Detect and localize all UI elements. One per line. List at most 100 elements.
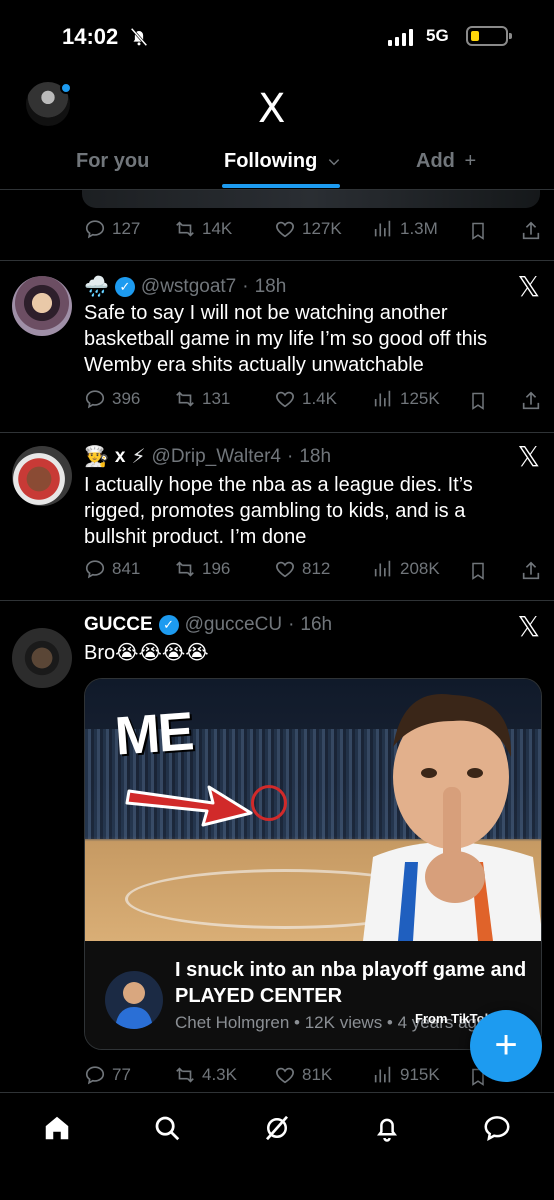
reply-button[interactable]: 127 [84,218,140,240]
views-count: 125K [400,389,440,408]
share-icon[interactable] [520,560,542,582]
messages-icon[interactable] [482,1113,512,1143]
share-icon[interactable] [520,220,542,242]
compose-button[interactable]: + [470,1010,542,1082]
like-button[interactable]: 127K [274,218,342,240]
tab-add-label: Add [416,150,455,172]
views-button[interactable]: 915K [372,1064,440,1086]
tab-add[interactable]: Add + [416,150,476,173]
tweet-time: 18h [299,445,332,467]
search-icon[interactable] [152,1113,182,1143]
like-count: 812 [302,559,331,578]
tweet-header: 🌧️ ✓ @wstgoat7 · 18h [84,274,286,299]
share-icon[interactable] [520,390,542,412]
repost-icon [176,1067,194,1083]
bell-icon[interactable] [372,1113,402,1143]
tweet-handle[interactable]: @gucceCU [185,614,282,636]
like-button[interactable]: 1.4K [274,388,337,410]
reply-icon [85,390,105,409]
red-arrow-icon [125,785,253,827]
bookmark-icon[interactable] [468,390,488,412]
verified-icon: ✓ [158,615,179,635]
like-icon [276,561,294,578]
like-count: 81K [302,1065,333,1084]
tweet-actions: 841 196 812 208K [84,558,544,586]
views-button[interactable]: 208K [372,558,440,580]
reply-icon [85,1066,105,1085]
previous-tweet-actions: 127 14K 127K 1.3M [84,218,544,246]
views-button[interactable]: 1.3M [372,218,438,240]
tab-for-you[interactable]: For you [76,150,149,173]
like-button[interactable]: 812 [274,558,330,580]
dot-separator: · [242,275,249,297]
x-logo: X [258,86,286,132]
x-logo-icon: 𝕏 [517,440,540,473]
like-count: 1.4K [302,389,337,408]
grok-icon[interactable] [262,1113,292,1143]
bookmark-icon[interactable] [468,560,488,582]
red-circle-highlight [251,785,287,821]
repost-count: 14K [202,219,233,238]
repost-icon [176,391,194,407]
like-icon [276,391,294,408]
tweet-handle[interactable]: @wstgoat7 [141,276,236,298]
reply-button[interactable]: 841 [84,558,140,580]
tweet-actions: 77 4.3K 81K 915K [84,1064,544,1092]
tab-following[interactable]: Following [224,150,341,173]
plus-icon: + [464,150,477,172]
tweet-time: 18h [254,275,287,297]
tweet[interactable]: GUCCE ✓ @gucceCU · 16h 𝕏 Bro😭😭😭😭 ME I sn… [0,600,554,1100]
timeline-tabs: For you Following Add + [0,146,554,190]
tweet-name[interactable]: x [115,446,126,468]
repost-icon [176,561,194,577]
tweet[interactable]: 👨‍🍳 x ⚡ @Drip_Walter4 · 18h 𝕏 I actually… [0,432,554,600]
x-logo-icon: 𝕏 [517,270,540,303]
reply-button[interactable]: 396 [84,388,140,410]
reply-count: 841 [112,559,141,578]
reply-icon [85,220,105,239]
views-count: 208K [400,559,440,578]
views-icon [374,220,391,237]
video-card[interactable]: ME I snuck into an nba playoff game and … [84,678,542,1050]
dot-separator: · [286,445,294,467]
tweet-header: 👨‍🍳 x ⚡ @Drip_Walter4 · 18h [84,444,331,469]
channel-avatar[interactable] [105,971,163,1029]
reply-count: 77 [112,1065,131,1084]
like-icon [276,1067,294,1084]
tweet-handle[interactable]: @Drip_Walter4 [152,446,281,468]
like-button[interactable]: 81K [274,1064,332,1086]
repost-button[interactable]: 196 [174,558,230,580]
repost-button[interactable]: 14K [174,218,232,240]
home-icon[interactable] [42,1113,72,1143]
tweet[interactable]: 🌧️ ✓ @wstgoat7 · 18h 𝕏 Safe to say I wil… [0,260,554,432]
reply-icon [85,560,105,579]
repost-button[interactable]: 4.3K [174,1064,237,1086]
video-thumbnail[interactable]: ME [85,679,541,941]
bookmark-icon[interactable] [468,220,488,242]
tweet-name[interactable]: GUCCE [84,614,153,636]
reply-count: 396 [112,389,141,408]
avatar[interactable] [12,628,72,688]
bottom-navigation [0,1092,554,1200]
repost-count: 131 [202,389,231,408]
views-count: 915K [400,1065,440,1084]
views-button[interactable]: 125K [372,388,440,410]
repost-count: 196 [202,559,231,578]
repost-icon [176,221,194,237]
chevron-down-icon [328,158,340,166]
video-title[interactable]: I snuck into an nba playoff game and PLA… [175,957,541,1009]
signal-icon [388,28,413,46]
avatar[interactable] [12,446,72,506]
repost-button[interactable]: 131 [174,388,230,410]
previous-tweet-media[interactable] [82,190,540,208]
tweet-text: I actually hope the nba as a league dies… [84,474,473,548]
cook-icon: 👨‍🍳 [84,446,109,468]
tweet-text: Bro😭😭😭😭 [84,642,209,664]
avatar[interactable] [12,276,72,336]
like-icon [276,221,294,238]
status-bar: 14:02 5G [0,0,554,72]
profile-avatar-button[interactable] [26,82,72,126]
reply-button[interactable]: 77 [84,1064,131,1086]
channel-avatar-image [115,982,153,1029]
like-count: 127K [302,219,342,238]
